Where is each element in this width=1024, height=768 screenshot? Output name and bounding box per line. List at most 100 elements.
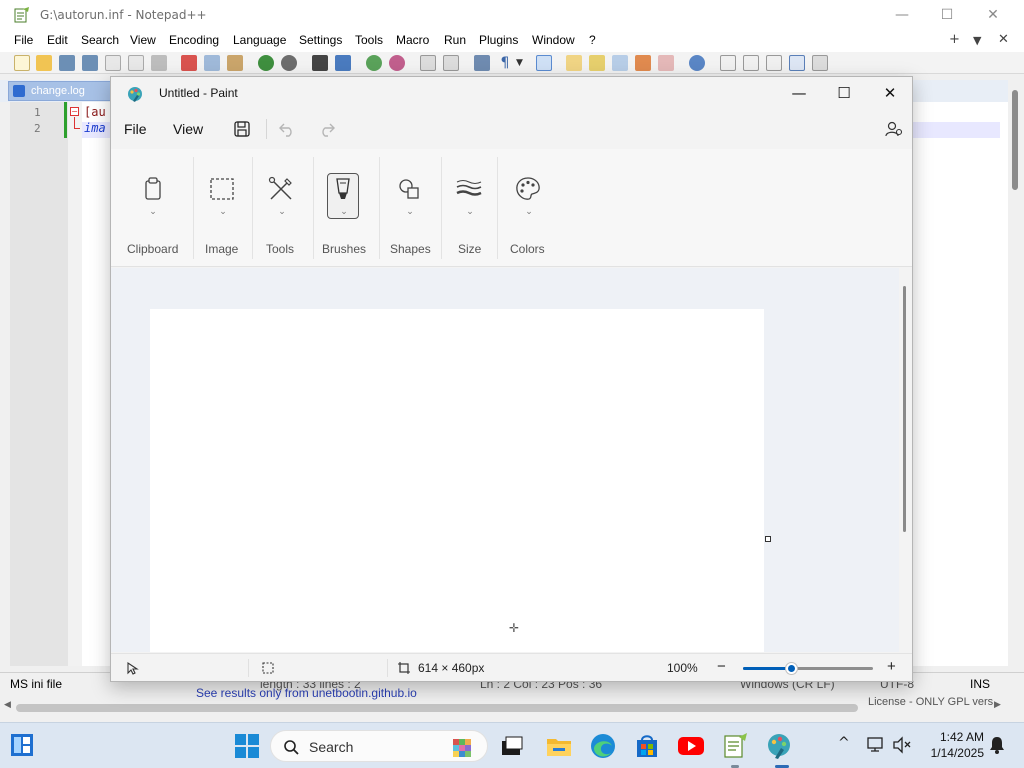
npp-menu-view[interactable]: View bbox=[130, 33, 156, 47]
paint-minimize-button[interactable]: — bbox=[779, 81, 819, 105]
monitoring-icon[interactable] bbox=[658, 55, 674, 71]
macro-stop-icon[interactable] bbox=[743, 55, 759, 71]
drawing-canvas[interactable] bbox=[150, 309, 764, 652]
system-clock[interactable]: 1:42 AM 1/14/2025 bbox=[922, 729, 984, 761]
file-explorer-icon[interactable] bbox=[545, 732, 573, 760]
npp-tab-list-button[interactable]: ▼ bbox=[973, 34, 981, 47]
indent-guide-icon[interactable] bbox=[536, 55, 552, 71]
ribbon-group-tools[interactable]: ⌄ Tools bbox=[254, 149, 310, 267]
save-icon[interactable] bbox=[59, 55, 75, 71]
npp-menu-encoding[interactable]: Encoding bbox=[169, 33, 219, 47]
npp-menu-help[interactable]: ? bbox=[589, 33, 596, 47]
chevron-down-icon[interactable]: ⌄ bbox=[524, 207, 534, 217]
npp-menu-plugins[interactable]: Plugins bbox=[479, 33, 518, 47]
npp-menu-search[interactable]: Search bbox=[81, 33, 119, 47]
copy-icon[interactable] bbox=[204, 55, 220, 71]
npp-menu-settings[interactable]: Settings bbox=[299, 33, 342, 47]
find-result-text[interactable]: See results only from unetbootin.github.… bbox=[196, 686, 417, 700]
function-list-icon[interactable] bbox=[612, 55, 628, 71]
npp-menu-window[interactable]: Window bbox=[532, 33, 575, 47]
taskbar-search-box[interactable]: Search bbox=[270, 730, 488, 762]
brush-icon[interactable] bbox=[327, 173, 359, 205]
selection-icon[interactable] bbox=[206, 173, 238, 205]
npp-new-tab-button[interactable]: + bbox=[949, 32, 960, 47]
zoom-out-icon[interactable] bbox=[389, 55, 405, 71]
canvas-resize-handle[interactable] bbox=[765, 536, 771, 542]
palette-icon[interactable] bbox=[512, 173, 544, 205]
ribbon-group-colors[interactable]: ⌄ Colors bbox=[499, 149, 557, 267]
horizontal-scrollbar-thumb[interactable] bbox=[16, 704, 858, 712]
zoom-percent[interactable]: 100% bbox=[667, 661, 698, 675]
ribbon-group-image[interactable]: ⌄ Image bbox=[195, 149, 251, 267]
notepadpp-vertical-scrollbar[interactable] bbox=[1008, 80, 1024, 690]
zoom-slider[interactable] bbox=[743, 663, 873, 674]
notification-bell-icon[interactable] bbox=[988, 735, 1006, 755]
tray-overflow-chevron-icon[interactable]: ^ bbox=[838, 735, 850, 751]
speaker-muted-icon[interactable] bbox=[892, 736, 912, 754]
network-icon[interactable] bbox=[866, 736, 886, 754]
notepadpp-minimize-button[interactable]: — bbox=[892, 5, 912, 25]
chevron-down-icon[interactable]: ⌄ bbox=[277, 207, 287, 217]
redo-icon[interactable] bbox=[318, 121, 336, 137]
chevron-down-icon[interactable]: ⌄ bbox=[148, 207, 158, 217]
npp-menu-macro[interactable]: Macro bbox=[396, 33, 429, 47]
account-settings-icon[interactable] bbox=[885, 120, 903, 138]
macro-play-icon[interactable] bbox=[766, 55, 782, 71]
user-language-icon[interactable] bbox=[566, 55, 582, 71]
npp-menu-edit[interactable]: Edit bbox=[47, 33, 68, 47]
paint-maximize-button[interactable]: ☐ bbox=[824, 81, 864, 105]
print-icon[interactable] bbox=[151, 55, 167, 71]
undo-icon[interactable] bbox=[278, 121, 296, 137]
chevron-down-icon[interactable]: ⌄ bbox=[405, 207, 415, 217]
sync-horizontal-icon[interactable] bbox=[443, 55, 459, 71]
show-all-characters-icon[interactable]: ¶ bbox=[497, 55, 513, 71]
view-icon[interactable] bbox=[689, 55, 705, 71]
notepadpp-taskbar-icon[interactable] bbox=[721, 732, 749, 760]
zoom-in-button[interactable]: + bbox=[887, 658, 896, 675]
scroll-right-icon[interactable]: ▶ bbox=[994, 700, 1001, 710]
microsoft-store-icon[interactable] bbox=[633, 732, 661, 760]
ribbon-group-clipboard[interactable]: ⌄ Clipboard bbox=[119, 149, 187, 267]
canvas-vertical-scrollbar[interactable] bbox=[899, 268, 912, 652]
notepadpp-maximize-button[interactable]: ☐ bbox=[937, 5, 957, 25]
start-icon[interactable] bbox=[234, 733, 260, 759]
ribbon-group-shapes[interactable]: ⌄ Shapes bbox=[381, 149, 439, 267]
npp-menu-file[interactable]: File bbox=[14, 33, 33, 47]
save-all-icon[interactable] bbox=[82, 55, 98, 71]
notepadpp-close-button[interactable]: ✕ bbox=[983, 5, 1003, 25]
save-icon[interactable] bbox=[233, 120, 251, 138]
find-icon[interactable] bbox=[312, 55, 328, 71]
task-view-icon[interactable] bbox=[500, 735, 524, 757]
replace-icon[interactable] bbox=[335, 55, 351, 71]
clipboard-icon[interactable] bbox=[137, 173, 169, 205]
tools-icon[interactable] bbox=[265, 173, 297, 205]
widgets-icon[interactable] bbox=[10, 733, 34, 757]
macro-run-multiple-icon[interactable] bbox=[789, 55, 805, 71]
macro-record-icon[interactable] bbox=[720, 55, 736, 71]
folder-as-workspace-icon[interactable] bbox=[635, 55, 651, 71]
doc-map-icon[interactable] bbox=[589, 55, 605, 71]
redo-icon[interactable] bbox=[281, 55, 297, 71]
macro-save-icon[interactable] bbox=[812, 55, 828, 71]
paint-menu-file[interactable]: File bbox=[124, 121, 147, 137]
chevron-down-icon[interactable]: ⌄ bbox=[339, 207, 349, 217]
fold-collapse-icon[interactable]: − bbox=[70, 107, 79, 116]
shapes-icon[interactable] bbox=[393, 173, 425, 205]
zoom-slider-thumb[interactable] bbox=[786, 663, 797, 674]
scrollbar-thumb[interactable] bbox=[1012, 90, 1018, 190]
chevron-down-icon[interactable]: ⌄ bbox=[218, 207, 228, 217]
paint-taskbar-icon[interactable] bbox=[765, 732, 793, 760]
paint-menu-view[interactable]: View bbox=[173, 121, 203, 137]
npp-menu-run[interactable]: Run bbox=[444, 33, 466, 47]
edge-browser-icon[interactable] bbox=[589, 732, 617, 760]
close-file-icon[interactable] bbox=[105, 55, 121, 71]
npp-menu-language[interactable]: Language bbox=[233, 33, 286, 47]
paint-close-button[interactable]: ✕ bbox=[870, 81, 910, 105]
zoom-out-button[interactable]: − bbox=[717, 658, 726, 675]
zoom-in-icon[interactable] bbox=[366, 55, 382, 71]
ribbon-group-brushes[interactable]: ⌄ Brushes bbox=[315, 149, 377, 267]
undo-icon[interactable] bbox=[258, 55, 274, 71]
open-file-icon[interactable] bbox=[36, 55, 52, 71]
size-icon[interactable] bbox=[453, 173, 485, 205]
npp-menu-tools[interactable]: Tools bbox=[355, 33, 383, 47]
